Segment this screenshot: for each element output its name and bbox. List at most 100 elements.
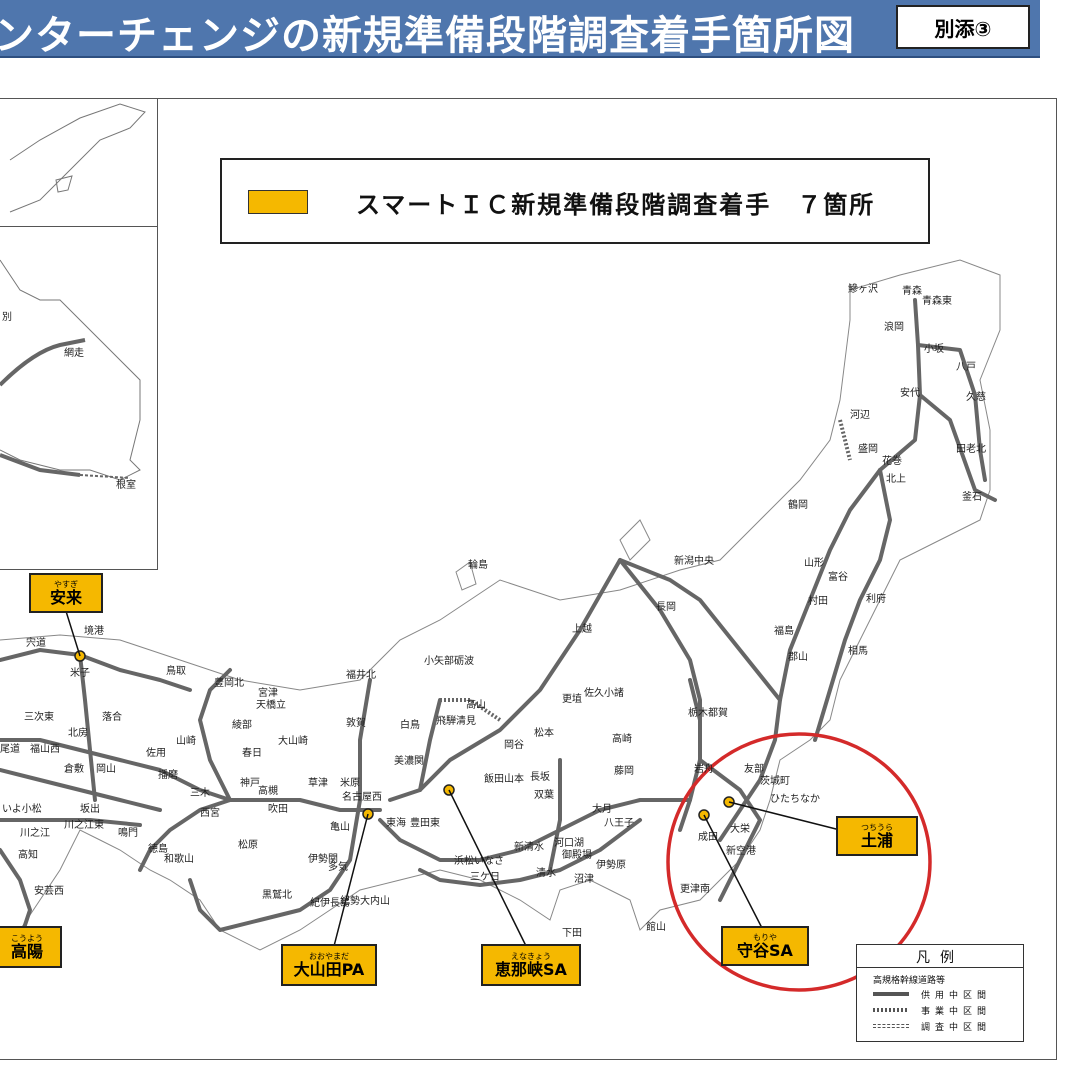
road (718, 298, 922, 842)
map-heading-box: スマートＩＣ新規準備段階調査着手 ７箇所 (220, 158, 930, 244)
city-label: 黒鷲北 (262, 888, 292, 901)
leader-yasugi (64, 607, 81, 657)
city-label: 富谷 (828, 570, 848, 583)
island-coast (619, 519, 651, 561)
city-label: 宮津 (258, 686, 278, 699)
leader-enakyo (448, 789, 529, 951)
city-label: 鰺ヶ沢 (848, 282, 878, 295)
city-label: 伊勢原 (596, 858, 626, 871)
city-label: 鳴門 (118, 826, 138, 839)
city-label: 川之江東 (64, 818, 104, 831)
city-label: 八王子 (604, 817, 634, 829)
leader-oyamada (332, 813, 369, 951)
city-label: 長坂 (530, 771, 550, 783)
city-label: 境港 (84, 624, 104, 637)
legend-label: 調査中区間 (921, 1023, 992, 1033)
callout-oyamada: おおやまだ 大山田PA (281, 944, 377, 986)
city-label: 更津南 (680, 882, 710, 895)
city-label: 青森 (902, 284, 922, 297)
legend-swatch-project (873, 1008, 909, 1012)
city-label: 東海 (386, 816, 406, 829)
road (418, 698, 442, 792)
city-label: 佐久小諸 (584, 686, 624, 699)
city-label: 春日 (242, 747, 262, 759)
city-label: 佐用 (146, 747, 166, 759)
legend-divider (857, 967, 1023, 968)
city-label: 豊岡北 (214, 676, 244, 689)
city-label: 多気 (328, 860, 348, 873)
legend-title: 凡例 (916, 950, 964, 966)
city-label: 鳥取 (166, 664, 186, 677)
city-label: 沼津 (574, 872, 594, 885)
city-label: 久慈 (966, 390, 986, 403)
city-label: 御殿場 (562, 848, 592, 861)
city-label: 西宮 (200, 806, 220, 819)
sakhalin-coast (9, 103, 146, 213)
city-label: 網走 (64, 346, 84, 359)
city-label: 岩舟 (694, 762, 714, 775)
city-label: 小矢部砺波 (424, 654, 474, 667)
callout-name: 安来 (49, 587, 82, 607)
city-label: 岡山 (96, 763, 116, 775)
road (548, 758, 562, 872)
city-label: 名古屋西 (342, 790, 382, 803)
city-label: 村田 (808, 594, 828, 607)
city-label: 根室 (116, 478, 136, 491)
city-label: 北上 (886, 473, 906, 485)
road (0, 648, 192, 692)
city-label: 山崎 (176, 734, 196, 747)
city-label: 河口湖 (554, 837, 584, 849)
city-label: 落合 (102, 710, 122, 723)
city-label: 播磨 (158, 768, 178, 781)
legend-label: 供用中区間 (921, 991, 992, 1001)
city-label: 田老北 (956, 442, 986, 455)
road-under-construction (838, 419, 852, 461)
city-label: 松原 (238, 838, 258, 851)
legend-row-survey: 調査中区間 (873, 1021, 1013, 1033)
city-label: 安代 (900, 386, 920, 399)
city-label: 利府 (866, 592, 886, 605)
city-label: 友部 (744, 762, 764, 775)
hokkaido-road (0, 338, 86, 387)
city-label: 高山 (466, 698, 486, 711)
city-label: 新潟中央 (674, 554, 714, 567)
city-label: 三ケ日 (470, 871, 500, 883)
city-label: 花巻 (882, 454, 902, 467)
map-heading: スマートＩＣ新規準備段階調査着手 ７箇所 (356, 191, 876, 219)
city-label: 川之江 (20, 826, 50, 839)
city-label: 輪島 (468, 558, 488, 571)
city-label: 徳島 (148, 842, 168, 855)
city-label: 浪岡 (884, 320, 904, 333)
callout-koyo: こうよう 高陽 (0, 926, 62, 968)
city-label: 上越 (572, 622, 592, 635)
city-label: 河辺 (850, 409, 870, 421)
city-label: 尾道 (0, 742, 20, 755)
city-label: 長岡 (656, 601, 676, 613)
city-label: 亀山 (330, 820, 350, 833)
legend-subtitle: 高規格幹線道路等 (873, 976, 946, 986)
legend-swatch-survey (873, 1024, 909, 1028)
city-label: 坂出 (80, 802, 100, 815)
city-label: 米原 (340, 776, 360, 789)
map-legend: 凡例 高規格幹線道路等 供用中区間 事業中区間 調査中区間 (856, 944, 1024, 1042)
city-label: 釜石 (962, 490, 982, 503)
city-label: 岡谷 (504, 739, 524, 751)
city-label: 大栄 (730, 822, 750, 835)
city-label: 美濃関 (394, 754, 424, 767)
city-label: 新清水 (514, 840, 544, 853)
island-coast (55, 175, 73, 193)
city-label: 和歌山 (164, 852, 194, 865)
city-label: 松本 (534, 726, 554, 739)
city-label: 館山 (646, 920, 666, 933)
city-label: 藤岡 (614, 765, 634, 777)
city-label: 成田 (698, 831, 718, 843)
city-label: 天橋立 (256, 698, 286, 711)
legend-row-project: 事業中区間 (873, 1005, 1013, 1017)
legend-swatch-open (873, 992, 909, 996)
hokkaido-coast (0, 259, 141, 481)
city-label: 新空港 (726, 844, 756, 857)
city-label: 敦賀 (346, 716, 366, 729)
city-label: 福井北 (346, 668, 376, 681)
callout-name: 高陽 (10, 941, 43, 961)
city-label: 相馬 (848, 644, 868, 657)
